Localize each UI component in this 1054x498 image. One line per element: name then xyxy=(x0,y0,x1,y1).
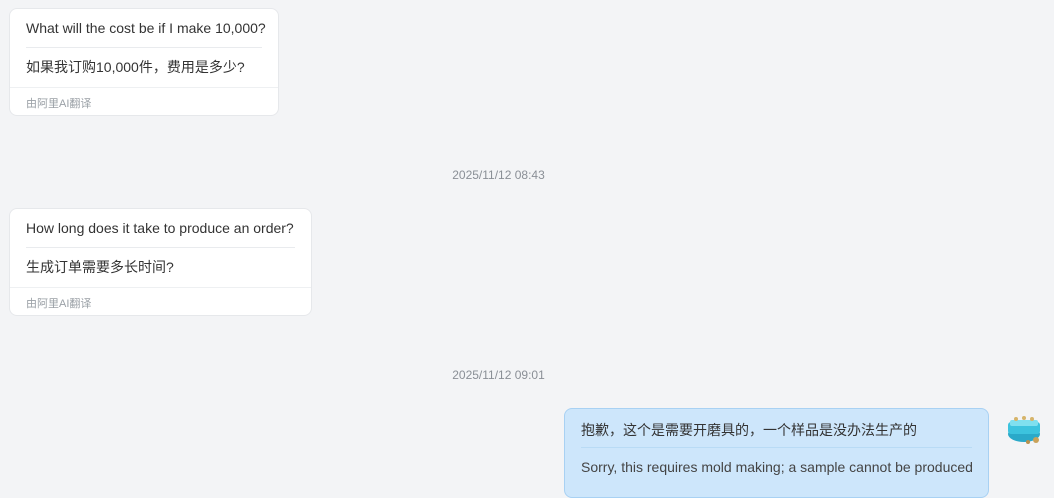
message-translation-text: Sorry, this requires mold making; a samp… xyxy=(581,459,973,475)
message-original-text: 抱歉，这个是需要开磨具的，一个样品是没办法生产的 xyxy=(581,422,917,438)
incoming-message[interactable]: How long does it take to produce an orde… xyxy=(9,208,312,316)
message-timestamp: 2025/11/12 09:01 xyxy=(452,368,545,382)
product-thumbnail-icon xyxy=(1006,410,1042,446)
incoming-message[interactable]: What will the cost be if I make 10,000? … xyxy=(9,8,279,116)
message-translation-text: 如果我订购10,000件，费用是多少? xyxy=(26,59,245,75)
translation-source-label: 由阿里AI翻译 xyxy=(10,287,311,315)
translation-source-label: 由阿里AI翻译 xyxy=(10,87,278,115)
avatar[interactable] xyxy=(1006,410,1042,446)
message-original-text: How long does it take to produce an orde… xyxy=(26,220,294,236)
outgoing-message[interactable]: 抱歉，这个是需要开磨具的，一个样品是没办法生产的 Sorry, this req… xyxy=(564,408,989,498)
message-original-text: What will the cost be if I make 10,000? xyxy=(26,20,266,36)
message-timestamp: 2025/11/12 08:43 xyxy=(452,168,545,182)
message-translation-text: 生成订单需要多长时间? xyxy=(26,259,174,275)
